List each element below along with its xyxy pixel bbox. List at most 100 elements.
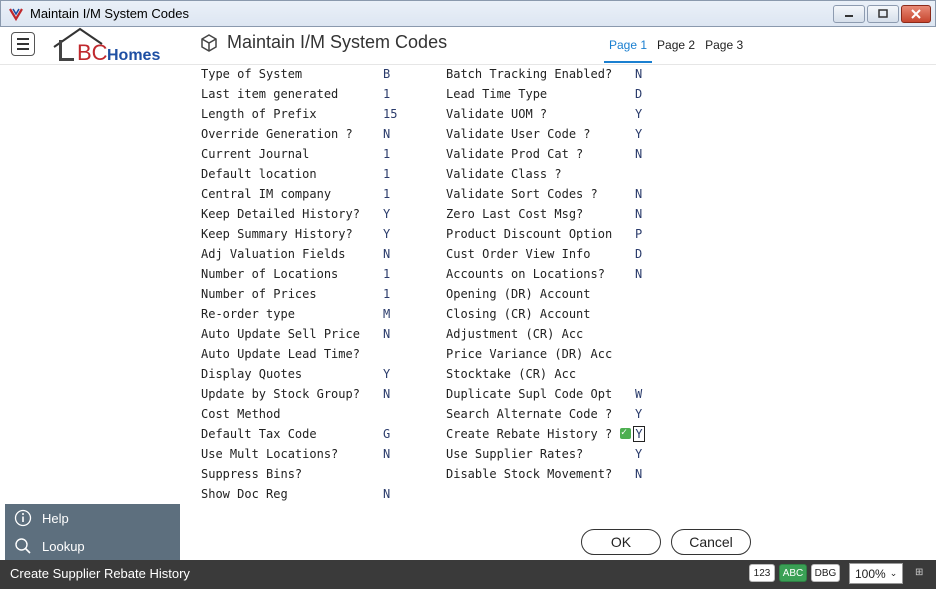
bc-homes-logo: BC Homes: [53, 27, 160, 65]
debug-indicator[interactable]: DBG: [811, 564, 840, 582]
window-title: Maintain I/M System Codes: [30, 6, 189, 21]
right-field-value-input[interactable]: Y: [635, 445, 642, 463]
logo-text-suffix: Homes: [107, 47, 160, 64]
right-field-label: Lead Time Type: [446, 87, 548, 101]
right-field-value-input[interactable]: D: [635, 245, 642, 263]
right-field-value-input[interactable]: Y: [635, 105, 642, 123]
page-heading: Maintain I/M System Codes: [199, 32, 447, 53]
right-field-row: Zero Last Cost Msg? N: [0, 205, 936, 223]
right-field-value-input[interactable]: N: [635, 185, 642, 203]
tab-page-3[interactable]: Page 3: [700, 27, 748, 63]
right-field-row: Product Discount Option P: [0, 225, 936, 243]
resize-grip-icon[interactable]: ⊞: [915, 567, 923, 578]
caps-lock-indicator: ABC: [779, 564, 807, 582]
right-field-row: Duplicate Supl Code Opt W: [0, 385, 936, 403]
system-codes-form: Type of System B Last item generated 1 Lengt…: [0, 65, 936, 505]
num-lock-indicator: 123: [749, 564, 775, 582]
right-field-label: Batch Tracking Enabled?: [446, 67, 613, 81]
minimize-icon: [845, 15, 853, 17]
menu-button[interactable]: [11, 32, 35, 56]
right-field-label: Use Supplier Rates?: [446, 447, 584, 461]
menu-icon-bar: [17, 48, 29, 50]
right-field-label: Validate Prod Cat ?: [446, 147, 584, 161]
right-field-label: Opening (DR) Account: [446, 287, 591, 301]
right-field-row: Disable Stock Movement? N: [0, 465, 936, 483]
tab-page-2[interactable]: Page 2: [652, 27, 700, 63]
right-field-value-input[interactable]: D: [635, 85, 642, 103]
close-button[interactable]: [901, 5, 931, 23]
right-field-label: Adjustment (CR) Acc: [446, 327, 584, 341]
right-field-row: Batch Tracking Enabled? N: [0, 65, 936, 83]
right-field-label: Search Alternate Code ?: [446, 407, 613, 421]
page-title: Maintain I/M System Codes: [227, 32, 448, 52]
right-field-value-input[interactable]: Y: [635, 125, 642, 143]
right-field-label: Validate Class ?: [446, 167, 562, 181]
right-field-row: Use Supplier Rates? Y: [0, 445, 936, 463]
right-field-value-input[interactable]: Y: [635, 405, 642, 423]
right-field-label: Validate Sort Codes ?: [446, 187, 598, 201]
right-field-row: Validate Prod Cat ? N: [0, 145, 936, 163]
lookup-label: Lookup: [42, 538, 85, 554]
cancel-button[interactable]: Cancel: [671, 529, 751, 555]
right-field-row: Create Rebate History ? Y: [0, 424, 936, 443]
right-field-row: Search Alternate Code ? Y: [0, 405, 936, 423]
right-field-row: Validate Class ?: [0, 165, 936, 183]
chevron-down-icon: ⌄: [889, 568, 898, 578]
right-field-row: Opening (DR) Account: [0, 285, 936, 303]
right-field-row: Adjustment (CR) Acc: [0, 325, 936, 343]
right-field-label: Create Rebate History ?: [446, 427, 613, 441]
window-controls: [833, 5, 931, 23]
help-item[interactable]: Help: [5, 504, 180, 532]
maximize-icon: [878, 9, 888, 18]
app-header: BC Homes Maintain I/M System Codes Page …: [0, 27, 936, 65]
close-icon: [911, 9, 921, 19]
right-field-value-input[interactable]: W: [635, 385, 642, 403]
right-field-row: Validate Sort Codes ? N: [0, 185, 936, 203]
right-field-label: Closing (CR) Account: [446, 307, 591, 321]
right-field-label: Price Variance (DR) Acc: [446, 347, 613, 361]
status-text: Create Supplier Rebate History: [10, 566, 190, 581]
left-field-label: Show Doc Reg: [201, 487, 288, 501]
tab-page-1[interactable]: Page 1: [604, 27, 653, 63]
menu-icon-bar: [17, 43, 29, 45]
checkmark-icon[interactable]: [620, 424, 631, 442]
app-icon: [9, 7, 23, 21]
right-field-value-input[interactable]: N: [635, 465, 642, 483]
minimize-button[interactable]: [833, 5, 865, 23]
right-field-value-input[interactable]: N: [635, 205, 642, 223]
status-bar: Create Supplier Rebate History 123 ABC D…: [0, 560, 936, 589]
right-field-value-input[interactable]: P: [635, 225, 642, 243]
info-icon: [14, 509, 32, 527]
left-field-value-input[interactable]: N: [383, 485, 390, 503]
right-field-row: Validate User Code ? Y: [0, 125, 936, 143]
help-label: Help: [42, 510, 69, 526]
window-titlebar[interactable]: Maintain I/M System Codes: [0, 0, 936, 27]
right-field-row: Price Variance (DR) Acc: [0, 345, 936, 363]
right-field-row: Closing (CR) Account: [0, 305, 936, 323]
right-field-label: Validate UOM ?: [446, 107, 548, 121]
left-field-row: Show Doc Reg N: [0, 485, 936, 503]
side-panel: Help Lookup: [5, 504, 180, 560]
maximize-button[interactable]: [867, 5, 899, 23]
right-field-label: Cust Order View Info: [446, 247, 591, 261]
right-field-value-input[interactable]: N: [635, 65, 642, 83]
page-tabs: Page 1 Page 2 Page 3: [604, 27, 748, 65]
right-field-row: Accounts on Locations? N: [0, 265, 936, 283]
right-field-label: Accounts on Locations?: [446, 267, 605, 281]
right-field-label: Stocktake (CR) Acc: [446, 367, 577, 381]
right-field-label: Validate User Code ?: [446, 127, 591, 141]
zoom-select[interactable]: 100% ⌄: [849, 563, 903, 584]
right-field-value-input[interactable]: N: [635, 265, 642, 283]
right-field-row: Lead Time Type D: [0, 85, 936, 103]
right-field-value-input[interactable]: Y: [633, 426, 645, 442]
right-field-value-input[interactable]: N: [635, 145, 642, 163]
right-field-label: Zero Last Cost Msg?: [446, 207, 584, 221]
right-field-row: Stocktake (CR) Acc: [0, 365, 936, 383]
ok-button[interactable]: OK: [581, 529, 661, 555]
right-field-row: Cust Order View Info D: [0, 245, 936, 263]
menu-icon-bar: [17, 38, 29, 40]
right-field-label: Product Discount Option: [446, 227, 613, 241]
lookup-item[interactable]: Lookup: [5, 532, 180, 560]
right-field-label: Duplicate Supl Code Opt: [446, 387, 613, 401]
logo-text-prefix: BC: [77, 40, 108, 65]
